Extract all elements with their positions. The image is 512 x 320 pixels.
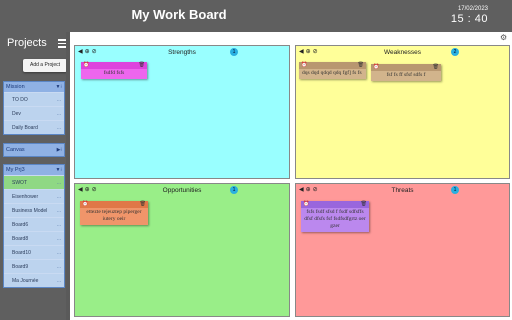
group-name: Canvas [6, 147, 25, 153]
sticky-note[interactable]: ⏰ 🗑 ettezte tejeuztep piperger iutery oe… [80, 201, 148, 225]
item-menu-icon[interactable]: ... [57, 190, 61, 204]
sidebar-item-board6[interactable]: Board6... [4, 217, 64, 231]
note-header: ⏰ 🗑 [299, 62, 366, 69]
note-text: fsdfd fsfs [103, 70, 125, 76]
quadrant-title: Weaknesses [383, 49, 422, 56]
group-header[interactable]: Mission ▼⁝ [4, 82, 64, 92]
item-menu-icon[interactable]: ... [57, 121, 61, 135]
sticky-note[interactable]: ⏰ 🗑 fsdfd fsfs [81, 62, 147, 79]
item-menu-icon[interactable]: ... [57, 260, 61, 274]
sidebar-item-daily-board[interactable]: Daily Board... [4, 120, 64, 134]
sidebar-item-todo[interactable]: TO DO... [4, 92, 64, 106]
trash-icon[interactable]: 🗑 [140, 201, 146, 207]
sidebar-item-board10[interactable]: Board10... [4, 245, 64, 259]
sidebar-item-dev[interactable]: Dev... [4, 106, 64, 120]
note-header: ⏰ 🗑 [80, 201, 148, 208]
note-count-badge: 1 [451, 186, 459, 194]
note-text: ettezte tejeuztep piperger iutery oeir [86, 209, 142, 222]
group-header[interactable]: My Prj3 ▼⁝ [4, 165, 64, 175]
quadrant-weaknesses: ◀ ⊕ ⊘ Weaknesses 2 ⏰ 🗑 dqs dqd qdqd qdq … [295, 45, 510, 179]
alarm-clock-icon[interactable]: ⏰ [373, 64, 379, 70]
group-name: Mission [6, 84, 25, 90]
item-menu-icon[interactable]: ... [57, 232, 61, 246]
item-menu-icon[interactable]: ... [57, 274, 61, 288]
clock-display: 15 : 40 [450, 13, 488, 25]
sticky-note[interactable]: ⏰ 🗑 dqs dqd qdqd qdq fgf] fs fs [299, 62, 366, 79]
quadrant-title: Opportunities [162, 187, 202, 194]
alarm-clock-icon[interactable]: ⏰ [83, 62, 89, 68]
item-menu-icon[interactable]: ... [57, 176, 61, 190]
gear-icon[interactable]: ⚙ [500, 33, 509, 42]
item-menu-icon[interactable]: ... [57, 218, 61, 232]
sticky-note[interactable]: ⏰ 🗑 fsf fs ff sfsf sdfs f [371, 64, 441, 81]
note-text: dqs dqd qdqd qdq fgf] fs fs [302, 70, 362, 76]
quadrant-strengths: ◀ ⊕ ⊘ Strengths 1 ⏰ 🗑 fsdfd fsfs [74, 45, 290, 179]
sticky-note[interactable]: ⏰ 🗑 fsfs fsdf sfsd f fsdf sdfsffs dfsf d… [301, 201, 369, 232]
alarm-clock-icon[interactable]: ⏰ [82, 201, 88, 207]
sidebar-item-ma-journee[interactable]: Ma Journée... [4, 273, 64, 287]
quadrant-title: Strengths [168, 49, 196, 56]
date-display: 17/02/2023 [457, 6, 488, 12]
top-bar: My Work Board 17/02/2023 15 : 40 [0, 0, 512, 32]
sidebar-item-board9[interactable]: Board9... [4, 259, 64, 273]
project-group-canvas: Canvas ▶⁝ [3, 143, 65, 157]
add-project-button[interactable]: Add a Project [23, 59, 67, 72]
item-menu-icon[interactable]: ... [57, 246, 61, 260]
sidebar-item-eisenhower[interactable]: Eisenhower... [4, 189, 64, 203]
note-count-badge: 2 [451, 48, 459, 56]
item-menu-icon[interactable]: ... [57, 93, 61, 107]
note-text: fsf fs ff sfsf sdfs f [386, 72, 426, 78]
projects-title: Projects [7, 37, 47, 49]
projects-sidebar: Projects Add a Project Mission ▼⁝ TO DO.… [0, 32, 70, 320]
project-group-my-prj3: My Prj3 ▼⁝ SWOT... Eisenhower... Busines… [3, 164, 65, 288]
item-menu-icon[interactable]: ... [57, 204, 61, 218]
quadrant-threats: ◀ ⊕ ⊘ Threats 1 ⏰ 🗑 fsfs fsdf sfsd f fsd… [295, 183, 510, 317]
swot-board: ⚙ ◀ ⊕ ⊘ Strengths 1 ⏰ 🗑 fsdfd fsfs ◀ ⊕ ⊘… [70, 32, 512, 320]
item-menu-icon[interactable]: ... [57, 107, 61, 121]
group-name: My Prj3 [6, 167, 25, 173]
collapse-toggle-icon[interactable]: ▼⁝ [55, 165, 62, 175]
trash-icon[interactable]: 🗑 [139, 62, 145, 68]
note-text: fsfs fsdf sfsd f fsdf sdfsffs dfsf dfsfs… [304, 209, 366, 229]
expand-toggle-icon[interactable]: ▶⁝ [57, 144, 62, 156]
board-title: My Work Board [131, 7, 227, 22]
trash-icon[interactable]: 🗑 [433, 64, 439, 70]
sidebar-item-business-model[interactable]: Business Model... [4, 203, 64, 217]
note-header: ⏰ 🗑 [371, 64, 441, 71]
alarm-clock-icon[interactable]: ⏰ [303, 201, 309, 207]
alarm-clock-icon[interactable]: ⏰ [301, 62, 307, 68]
sidebar-item-swot[interactable]: SWOT... [4, 175, 64, 189]
note-count-badge: 1 [230, 48, 238, 56]
quadrant-opportunities: ◀ ⊕ ⊘ Opportunities 1 ⏰ 🗑 ettezte tejeuz… [74, 183, 290, 317]
quadrant-title: Threats [391, 187, 414, 194]
note-count-badge: 1 [230, 186, 238, 194]
sidebar-item-board8[interactable]: Board8... [4, 231, 64, 245]
trash-icon[interactable]: 🗑 [358, 62, 364, 68]
collapse-toggle-icon[interactable]: ▼⁝ [55, 82, 62, 92]
project-group-mission: Mission ▼⁝ TO DO... Dev... Daily Board..… [3, 81, 65, 135]
note-header: ⏰ 🗑 [81, 62, 147, 69]
group-header[interactable]: Canvas ▶⁝ [4, 144, 64, 156]
trash-icon[interactable]: 🗑 [361, 201, 367, 207]
note-header: ⏰ 🗑 [301, 201, 369, 208]
